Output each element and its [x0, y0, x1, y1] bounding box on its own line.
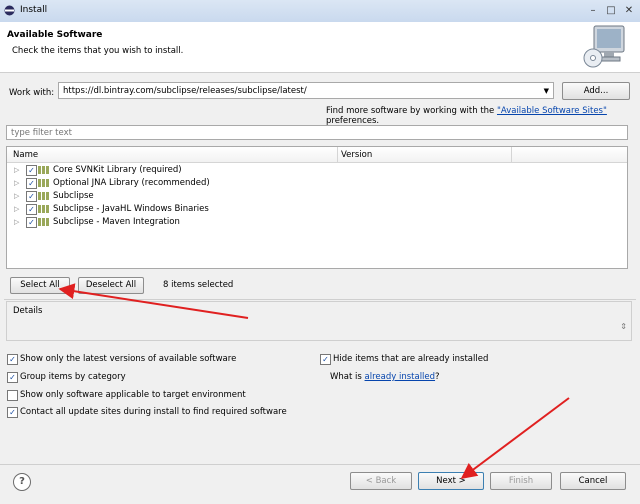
arrow-to-select-all — [58, 283, 249, 319]
annotation-arrows — [58, 283, 570, 479]
arrow-to-next — [460, 397, 570, 479]
